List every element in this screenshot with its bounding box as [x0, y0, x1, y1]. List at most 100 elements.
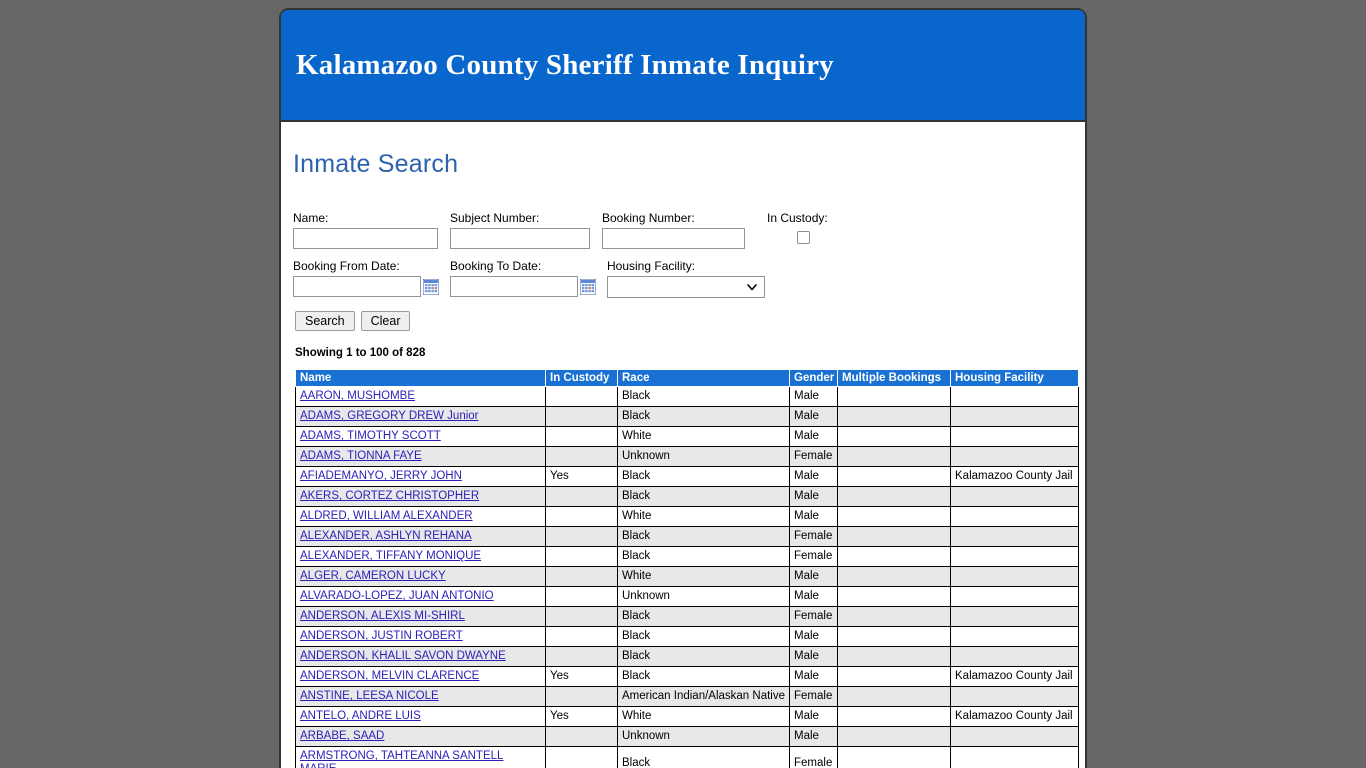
- cell-name: AARON, MUSHOMBE: [295, 386, 546, 407]
- cell-in-custody: Yes: [545, 666, 618, 687]
- table-row: ARMSTRONG, TAHTEANNA SANTELL MARIE BlackF…: [295, 746, 1079, 768]
- cell-in-custody: [545, 406, 618, 427]
- inmate-name-link[interactable]: AARON, MUSHOMBE: [300, 390, 415, 402]
- cell-housing-facility: [950, 646, 1079, 667]
- inmate-name-link[interactable]: ANTELO, ANDRE LUIS: [300, 710, 421, 722]
- booking-number-input[interactable]: [602, 228, 745, 249]
- booking-to-date-wrap: [450, 276, 596, 297]
- inmate-name-link[interactable]: ANDERSON, JUSTIN ROBERT: [300, 630, 463, 642]
- cell-in-custody: [545, 606, 618, 627]
- table-row: ALGER, CAMERON LUCKY White Male: [295, 566, 1079, 587]
- cell-multiple-bookings: [837, 546, 951, 567]
- inmate-name-link[interactable]: ARMSTRONG, TAHTEANNA SANTELL MARIE: [300, 750, 503, 768]
- booking-from-date-input[interactable]: [293, 276, 421, 297]
- cell-race: White: [617, 706, 790, 727]
- housing-facility-select[interactable]: [607, 276, 765, 298]
- cell-gender: Female: [789, 606, 838, 627]
- inmate-name-link[interactable]: ALEXANDER, ASHLYN REHANA: [300, 530, 472, 542]
- cell-race: White: [617, 506, 790, 527]
- cell-name: AFIADEMANYO, JERRY JOHN: [295, 466, 546, 487]
- subject-number-field-group: Subject Number:: [450, 211, 590, 249]
- cell-multiple-bookings: [837, 386, 951, 407]
- cell-multiple-bookings: [837, 506, 951, 527]
- clear-button[interactable]: Clear: [360, 311, 411, 331]
- cell-gender: Male: [789, 666, 838, 687]
- cell-race: Black: [617, 746, 790, 768]
- cell-gender: Male: [789, 406, 838, 427]
- cell-gender: Male: [789, 566, 838, 587]
- column-header-in-custody[interactable]: In Custody: [545, 369, 618, 387]
- inmate-name-link[interactable]: ALEXANDER, TIFFANY MONIQUE: [300, 550, 481, 562]
- cell-gender: Male: [789, 506, 838, 527]
- cell-in-custody: [545, 386, 618, 407]
- name-input[interactable]: [293, 228, 438, 249]
- table-row: ANDERSON, ALEXIS MI-SHIRL Black Female: [295, 606, 1079, 627]
- cell-in-custody: Yes: [545, 706, 618, 727]
- cell-race: Unknown: [617, 446, 790, 467]
- cell-housing-facility: [950, 446, 1079, 467]
- cell-housing-facility: [950, 486, 1079, 507]
- cell-multiple-bookings: [837, 746, 951, 768]
- cell-race: Black: [617, 466, 790, 487]
- cell-race: Black: [617, 626, 790, 647]
- cell-name: ADAMS, GREGORY DREW Junior: [295, 406, 546, 427]
- cell-gender: Male: [789, 466, 838, 487]
- cell-in-custody: [545, 646, 618, 667]
- cell-name: ANDERSON, KHALIL SAVON DWAYNE: [295, 646, 546, 667]
- page-title: Inmate Search: [293, 150, 459, 178]
- cell-housing-facility: [950, 746, 1079, 768]
- search-button[interactable]: Search: [295, 311, 355, 331]
- calendar-icon[interactable]: [580, 278, 596, 295]
- column-header-gender[interactable]: Gender: [789, 369, 838, 387]
- inmate-name-link[interactable]: ADAMS, TIONNA FAYE: [300, 450, 422, 462]
- cell-gender: Female: [789, 446, 838, 467]
- cell-multiple-bookings: [837, 666, 951, 687]
- inmate-name-link[interactable]: ARBABE, SAAD: [300, 730, 384, 742]
- inmate-name-link[interactable]: ALVARADO-LOPEZ, JUAN ANTONIO: [300, 590, 494, 602]
- cell-in-custody: [545, 746, 618, 768]
- cell-in-custody: [545, 426, 618, 447]
- table-row: ANDERSON, JUSTIN ROBERT Black Male: [295, 626, 1079, 647]
- cell-name: ARMSTRONG, TAHTEANNA SANTELL MARIE: [295, 746, 546, 768]
- inmate-name-link[interactable]: ALGER, CAMERON LUCKY: [300, 570, 446, 582]
- inmate-name-link[interactable]: ANDERSON, ALEXIS MI-SHIRL: [300, 610, 465, 622]
- inmate-name-link[interactable]: ADAMS, TIMOTHY SCOTT: [300, 430, 441, 442]
- inmate-name-link[interactable]: AKERS, CORTEZ CHRISTOPHER: [300, 490, 479, 502]
- column-header-race[interactable]: Race: [617, 369, 790, 387]
- cell-gender: Male: [789, 726, 838, 747]
- cell-race: Black: [617, 546, 790, 567]
- table-row: ADAMS, TIMOTHY SCOTT White Male: [295, 426, 1079, 447]
- column-header-multiple-bookings[interactable]: Multiple Bookings: [837, 369, 951, 387]
- cell-multiple-bookings: [837, 426, 951, 447]
- subject-number-input[interactable]: [450, 228, 590, 249]
- inmate-name-link[interactable]: ANSTINE, LEESA NICOLE: [300, 690, 439, 702]
- cell-race: Black: [617, 666, 790, 687]
- table-row: ALEXANDER, TIFFANY MONIQUE Black Female: [295, 546, 1079, 567]
- chevron-down-icon: [747, 284, 757, 291]
- inmate-results-table: Name In Custody Race Gender Multiple Boo…: [295, 369, 1079, 768]
- inmate-name-link[interactable]: ANDERSON, MELVIN CLARENCE: [300, 670, 479, 682]
- calendar-icon[interactable]: [423, 278, 439, 295]
- booking-number-label: Booking Number:: [602, 211, 695, 225]
- booking-from-date-label: Booking From Date:: [293, 259, 400, 273]
- booking-to-date-input[interactable]: [450, 276, 578, 297]
- cell-in-custody: [545, 726, 618, 747]
- cell-in-custody: [545, 546, 618, 567]
- in-custody-label: In Custody:: [767, 211, 828, 225]
- table-row: ANTELO, ANDRE LUIS Yes White Male Kalamazoo …: [295, 706, 1079, 727]
- inmate-name-link[interactable]: ANDERSON, KHALIL SAVON DWAYNE: [300, 650, 506, 662]
- cell-gender: Female: [789, 686, 838, 707]
- inmate-name-link[interactable]: ALDRED, WILLIAM ALEXANDER: [300, 510, 473, 522]
- inmate-name-link[interactable]: AFIADEMANYO, JERRY JOHN: [300, 470, 462, 482]
- cell-multiple-bookings: [837, 606, 951, 627]
- cell-multiple-bookings: [837, 466, 951, 487]
- column-header-name[interactable]: Name: [295, 369, 546, 387]
- cell-housing-facility: [950, 526, 1079, 547]
- cell-name: ANDERSON, JUSTIN ROBERT: [295, 626, 546, 647]
- in-custody-checkbox[interactable]: [797, 231, 810, 244]
- column-header-housing-facility[interactable]: Housing Facility: [950, 369, 1079, 387]
- cell-in-custody: [545, 586, 618, 607]
- table-row: ALVARADO-LOPEZ, JUAN ANTONIO Unknown Male: [295, 586, 1079, 607]
- content-area: Inmate Search Name: Subject Number: Book…: [281, 122, 1085, 768]
- inmate-name-link[interactable]: ADAMS, GREGORY DREW Junior: [300, 410, 479, 422]
